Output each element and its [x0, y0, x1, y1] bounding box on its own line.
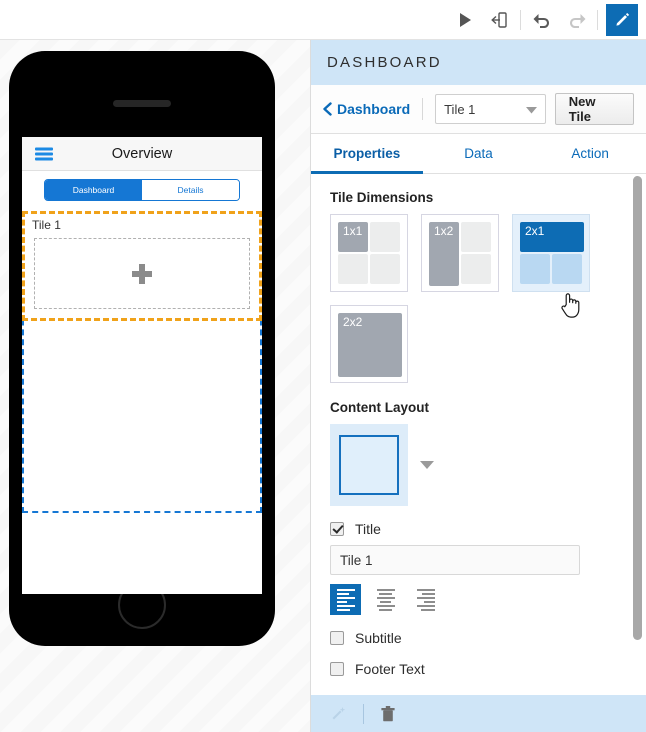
- dimension-label-2x1: 2x1: [525, 224, 545, 238]
- segmented-control: Dashboard Details: [44, 179, 240, 201]
- title-input[interactable]: Tile 1: [330, 545, 580, 575]
- panel-title: DASHBOARD: [311, 40, 646, 85]
- preview-canvas: Overview Dashboard Details Tile 1: [0, 40, 310, 732]
- content-layout-preview: [339, 435, 399, 495]
- hamburger-menu-icon[interactable]: [35, 147, 53, 160]
- trash-icon[interactable]: [380, 705, 396, 723]
- magic-wand-icon[interactable]: [329, 705, 347, 723]
- new-tile-button[interactable]: New Tile: [554, 93, 634, 125]
- page-title: Overview: [111, 145, 173, 162]
- tile-select-value: Tile 1: [444, 101, 476, 117]
- tab-data[interactable]: Data: [423, 134, 535, 173]
- segmented-control-wrap: Dashboard Details: [22, 171, 262, 201]
- tile-content-dropzone[interactable]: [34, 238, 250, 309]
- properties-pane: Tile Dimensions 1x1 1x2 2x1 2x2 Content …: [311, 173, 646, 732]
- subtitle-checkbox-row: Subtitle: [330, 630, 646, 646]
- chevron-left-icon: [323, 102, 332, 116]
- footer-divider: [363, 703, 364, 724]
- content-layout-heading: Content Layout: [330, 400, 429, 415]
- segment-dashboard[interactable]: Dashboard: [45, 180, 142, 200]
- phone-screen: Overview Dashboard Details Tile 1: [22, 137, 262, 594]
- align-left-icon[interactable]: [330, 584, 361, 615]
- app-root: Overview Dashboard Details Tile 1 DASHBO…: [0, 0, 646, 732]
- title-alignment-group: [330, 584, 646, 615]
- tile-dimensions-heading: Tile Dimensions: [330, 190, 434, 205]
- run-icon[interactable]: [448, 3, 482, 37]
- export-device-icon[interactable]: [482, 3, 516, 37]
- content-layout-more-icon[interactable]: [420, 461, 434, 469]
- dimension-label-1x1: 1x1: [343, 224, 363, 238]
- dimension-option-2x1[interactable]: 2x1: [512, 214, 590, 292]
- undo-icon[interactable]: [525, 3, 559, 37]
- dimension-option-1x2[interactable]: 1x2: [421, 214, 499, 292]
- breadcrumb-back-label: Dashboard: [337, 101, 411, 117]
- title-checkbox[interactable]: [330, 522, 344, 536]
- title-checkbox-row: Title: [330, 521, 646, 537]
- tab-properties[interactable]: Properties: [311, 134, 423, 174]
- panel-tabs: Properties Data Action: [311, 134, 646, 174]
- dimension-option-2x2[interactable]: 2x2: [330, 305, 408, 383]
- tile-title-label: Tile 1: [32, 218, 61, 232]
- toolbar-divider-1: [520, 9, 521, 30]
- app-header: Overview: [22, 137, 262, 171]
- inspector-panel: DASHBOARD Dashboard Tile 1 New Tile Prop…: [310, 40, 646, 732]
- content-layout-row: [330, 424, 646, 506]
- title-checkbox-label: Title: [355, 521, 381, 537]
- tile-1[interactable]: Tile 1: [22, 211, 262, 321]
- phone-speaker: [113, 100, 171, 107]
- breadcrumb-bar: Dashboard Tile 1 New Tile: [311, 85, 646, 134]
- footer-text-checkbox-label: Footer Text: [355, 661, 425, 677]
- footer-text-checkbox-row: Footer Text: [330, 661, 646, 677]
- dimension-label-2x2: 2x2: [343, 315, 363, 329]
- edit-pencil-icon[interactable]: [606, 3, 638, 36]
- top-toolbar: [0, 0, 646, 40]
- subtitle-checkbox-label: Subtitle: [355, 630, 402, 646]
- breadcrumb-back-dashboard[interactable]: Dashboard: [323, 101, 422, 117]
- phone-mockup: Overview Dashboard Details Tile 1: [9, 51, 275, 646]
- segment-details[interactable]: Details: [142, 180, 239, 200]
- align-right-icon[interactable]: [410, 584, 441, 615]
- plus-icon: [132, 263, 152, 284]
- tile-select-dropdown[interactable]: Tile 1: [435, 94, 546, 124]
- breadcrumb-divider: [422, 98, 424, 120]
- tab-action[interactable]: Action: [534, 134, 646, 173]
- tile-container-region[interactable]: Tile 1: [22, 211, 262, 513]
- dimension-option-1x1[interactable]: 1x1: [330, 214, 408, 292]
- dimension-label-1x2: 1x2: [434, 224, 454, 238]
- redo-icon[interactable]: [559, 3, 593, 37]
- chevron-down-icon: [525, 102, 537, 117]
- panel-scrollbar[interactable]: [633, 176, 642, 640]
- content-layout-option[interactable]: [330, 424, 408, 506]
- align-center-icon[interactable]: [370, 584, 401, 615]
- footer-text-checkbox[interactable]: [330, 662, 344, 676]
- panel-footer: [310, 695, 646, 732]
- subtitle-checkbox[interactable]: [330, 631, 344, 645]
- toolbar-divider-2: [597, 9, 598, 30]
- tile-dimensions-grid: 1x1 1x2 2x1 2x2: [330, 214, 620, 383]
